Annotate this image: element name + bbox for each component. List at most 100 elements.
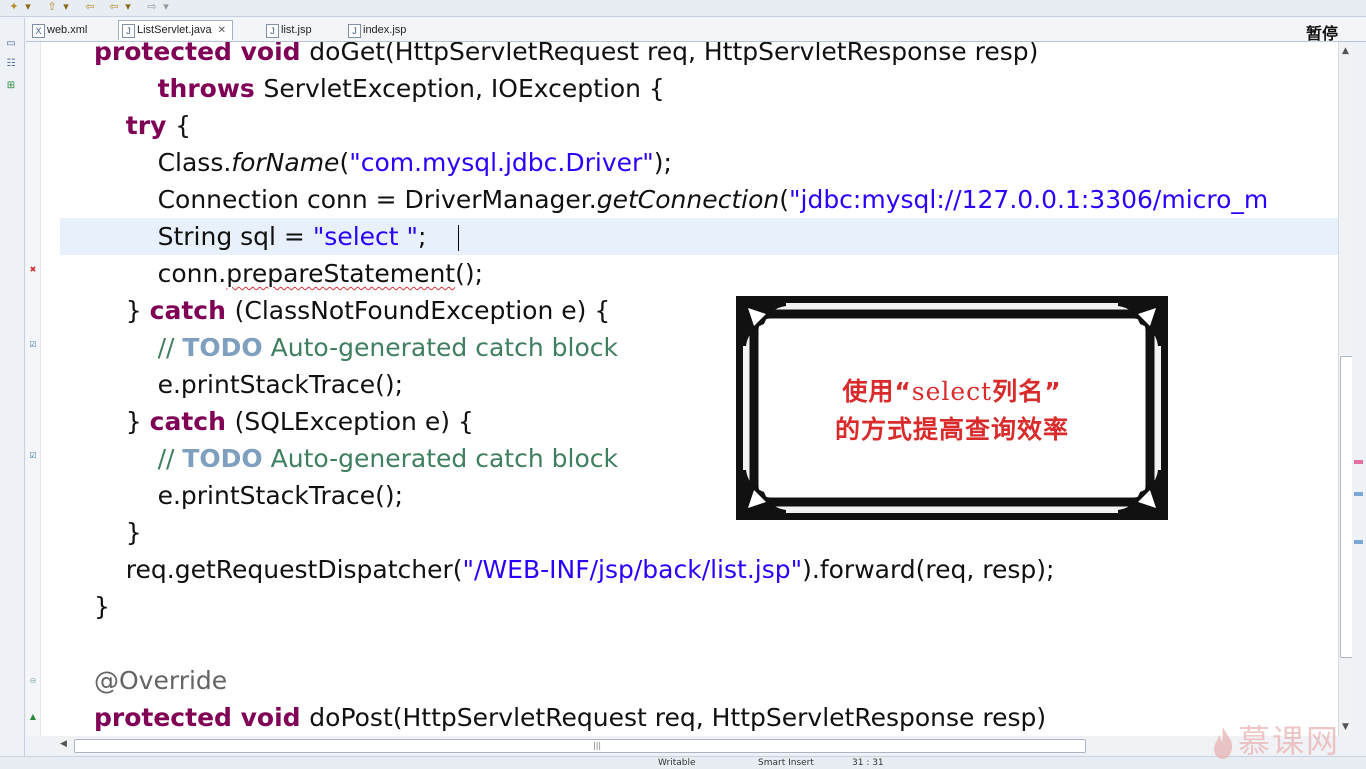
code-line[interactable]: try { — [26, 107, 1338, 144]
fold-icon[interactable]: ⊖ — [28, 676, 38, 686]
task-overview-mark[interactable] — [1354, 540, 1363, 544]
scroll-down-icon[interactable]: ▼ — [1342, 722, 1349, 732]
code-token: protected void — [94, 42, 310, 66]
code-line-current[interactable]: String sql = "select "; — [60, 218, 1338, 255]
xml-file-icon: X — [32, 24, 45, 38]
code-line[interactable]: throws ServletException, IOException { — [26, 70, 1338, 107]
status-writable: Writable — [658, 758, 696, 768]
code-line[interactable]: Class.forName("com.mysql.jdbc.Driver"); — [26, 144, 1338, 181]
code-token: // — [157, 444, 183, 473]
horizontal-scrollbar[interactable]: ◀ ||| — [56, 736, 1338, 754]
code-token: (); — [455, 259, 484, 288]
code-token: e.printStackTrace(); — [94, 370, 404, 399]
code-token: protected void — [94, 703, 310, 732]
code-line[interactable]: } — [26, 588, 1338, 625]
dropdown-arrow-icon[interactable]: ▾ — [60, 1, 72, 13]
status-bar: Writable Smart Insert 31 : 31 — [0, 756, 1366, 769]
task-overview-mark[interactable] — [1354, 492, 1363, 496]
code-token: getConnection — [596, 185, 780, 214]
text-cursor — [458, 225, 459, 251]
code-line[interactable]: @Override — [26, 662, 1338, 699]
dropdown-arrow-icon[interactable]: ▾ — [160, 1, 172, 13]
horizontal-scroll-thumb[interactable]: ||| — [74, 739, 1086, 753]
code-token: "jdbc:mysql://127.0.0.1:3306/micro_m — [789, 185, 1269, 214]
error-overview-mark[interactable] — [1354, 460, 1363, 464]
package-explorer-icon[interactable]: ⊞ — [5, 80, 17, 92]
tab-index-jsp[interactable]: Jindex.jsp — [344, 20, 413, 41]
code-token: ServletException, IOException { — [263, 74, 665, 103]
code-token: ); — [653, 148, 672, 177]
code-token: Connection conn = DriverManager. — [94, 185, 597, 214]
code-token: Auto-generated catch block — [262, 333, 618, 362]
code-token: try — [125, 111, 176, 140]
code-token: req.getRequestDispatcher( — [94, 555, 463, 584]
code-token: conn. — [94, 259, 227, 288]
scroll-left-icon[interactable]: ◀ — [60, 739, 67, 749]
dropdown-arrow-icon[interactable]: ▾ — [22, 1, 34, 13]
code-token: (SQLException e) { — [234, 407, 474, 436]
code-token: Class. — [94, 148, 232, 177]
jsp-file-icon: J — [266, 24, 279, 38]
code-token: prepareStatement — [226, 259, 456, 288]
code-token: e.printStackTrace(); — [94, 481, 404, 510]
code-token: TODO — [182, 444, 263, 473]
close-icon[interactable]: ✕ — [218, 25, 226, 36]
minimize-icon[interactable]: ▭ — [5, 38, 17, 50]
code-token: } — [94, 592, 110, 621]
scroll-up-icon[interactable]: ▲ — [1342, 46, 1349, 56]
callout-line-1: 使用“select列名” — [734, 372, 1170, 408]
tab-list-jsp[interactable]: Jlist.jsp — [262, 20, 319, 41]
pause-label[interactable]: 暂停 — [1306, 20, 1338, 44]
open-icon[interactable]: ⇧ — [46, 1, 58, 13]
code-token: ).forward(req, resp); — [802, 555, 1055, 584]
code-token: Auto-generated catch block — [262, 444, 618, 473]
tab-listservlet-java[interactable]: J ListServlet.java ✕ — [118, 20, 233, 40]
overview-ruler[interactable] — [1352, 42, 1366, 736]
code-line[interactable]: conn.prepareStatement(); — [26, 255, 1338, 292]
new-icon[interactable]: ✦ — [8, 1, 20, 13]
tab-label: index.jsp — [363, 24, 407, 36]
java-file-icon: J — [122, 24, 135, 38]
error-marker-icon[interactable]: ✖ — [28, 265, 38, 275]
code-token: "select " — [312, 222, 419, 251]
tab-label: list.jsp — [281, 24, 312, 36]
task-marker-icon[interactable]: ☑ — [28, 451, 38, 461]
history-icon[interactable]: ⇨ — [146, 1, 158, 13]
code-line[interactable]: protected void doGet(HttpServletRequest … — [26, 42, 1338, 70]
callout-keyword: select — [911, 377, 993, 406]
callout-line-2: 的方式提高查询效率 — [834, 415, 1069, 444]
code-line[interactable]: req.getRequestDispatcher("/WEB-INF/jsp/b… — [26, 551, 1338, 588]
grip-icon: ||| — [593, 741, 602, 750]
code-line[interactable]: protected void doPost(HttpServletRequest… — [26, 699, 1338, 736]
code-token: } — [94, 518, 142, 547]
code-token: doPost(HttpServletRequest req, HttpServl… — [309, 703, 1047, 732]
main-toolbar: ✦ ▾ ⇧ ▾ ⇦ ⇦ ▾ ⇨ ▾ — [0, 0, 1366, 17]
code-token: } — [94, 407, 150, 436]
callout-frame — [736, 296, 1168, 520]
override-marker-icon[interactable]: ▲ — [28, 712, 38, 722]
jsp-file-icon: J — [348, 24, 361, 38]
code-token: catch — [149, 407, 235, 436]
status-insert-mode: Smart Insert — [758, 758, 814, 768]
status-position: 31 : 31 — [852, 758, 884, 768]
task-marker-icon[interactable]: ☑ — [28, 340, 38, 350]
code-token: catch — [149, 296, 235, 325]
tab-label: ListServlet.java — [137, 24, 212, 36]
code-line[interactable]: Connection conn = DriverManager.getConne… — [26, 181, 1338, 218]
code-line[interactable] — [26, 625, 1338, 662]
tab-web-xml[interactable]: Xweb.xml — [28, 20, 94, 41]
dropdown-arrow-icon[interactable]: ▾ — [122, 1, 134, 13]
hierarchy-icon[interactable]: ☷ — [5, 58, 17, 70]
code-token: // — [157, 333, 183, 362]
tab-label: web.xml — [47, 24, 88, 36]
vertical-ruler[interactable]: ✖ ☑ ☑ ⊖ ▲ — [26, 42, 41, 736]
forward-icon[interactable]: ⇦ — [108, 1, 120, 13]
back-icon[interactable]: ⇦ — [84, 1, 96, 13]
left-dock: ▭ ☷ ⊞ — [0, 18, 25, 758]
code-token: ( — [779, 185, 789, 214]
callout-text: 使用“ — [842, 377, 912, 406]
callout-text: 列名” — [992, 377, 1062, 406]
